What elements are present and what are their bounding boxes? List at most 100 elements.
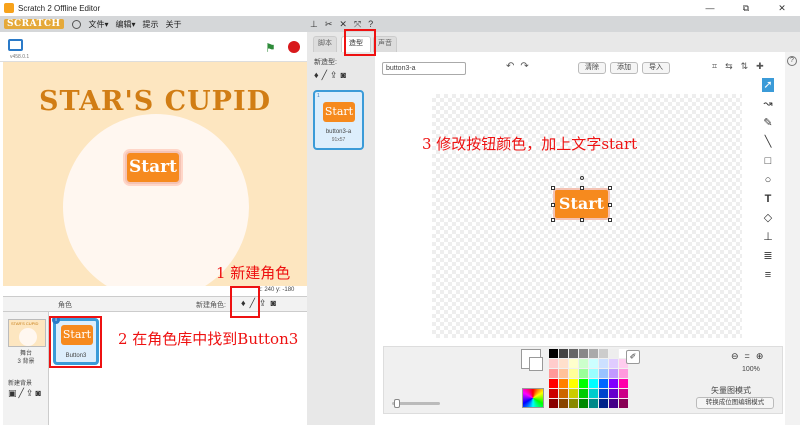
- costume-item[interactable]: 1 Start button3-a 91x57: [313, 90, 364, 150]
- palette-swatch[interactable]: [549, 359, 558, 368]
- upload-sprite-icon[interactable]: ⇪: [259, 298, 267, 309]
- palette-swatch[interactable]: [559, 399, 568, 408]
- palette-swatch[interactable]: [589, 359, 598, 368]
- palette-swatch[interactable]: [609, 359, 618, 368]
- palette-swatch[interactable]: [589, 349, 598, 358]
- paint-costume-icon[interactable]: ╱: [322, 70, 327, 81]
- eyedropper-icon[interactable]: ✐: [626, 350, 640, 364]
- paint-sprite-icon[interactable]: ╱: [250, 298, 255, 309]
- center-icon[interactable]: ✚: [756, 61, 764, 72]
- shrink-icon[interactable]: ⤧: [354, 19, 361, 30]
- handle-tr[interactable]: [608, 186, 612, 190]
- zoom-in-icon[interactable]: ⊕: [756, 351, 764, 362]
- palette-swatch[interactable]: [589, 389, 598, 398]
- color-picker-gradient[interactable]: [522, 388, 544, 408]
- zoom-out-icon[interactable]: ⊖: [731, 351, 739, 362]
- palette-swatch[interactable]: [589, 369, 598, 378]
- redo-icon[interactable]: ↷: [520, 61, 528, 72]
- stage-start-sprite[interactable]: Start: [125, 151, 181, 184]
- restore-button[interactable]: ⧉: [728, 0, 764, 16]
- palette-swatch[interactable]: [579, 369, 588, 378]
- palette-swatch[interactable]: [619, 379, 628, 388]
- handle-mr[interactable]: [608, 203, 612, 207]
- menu-edit[interactable]: 编辑▾: [116, 19, 136, 30]
- palette-swatch[interactable]: [559, 389, 568, 398]
- palette-swatch[interactable]: [549, 349, 558, 358]
- menu-about[interactable]: 关于: [166, 19, 182, 30]
- add-button[interactable]: 添加: [610, 62, 638, 74]
- sprite-library-icon[interactable]: ♦: [241, 298, 246, 309]
- upload-backdrop-icon[interactable]: ⇪: [26, 388, 34, 399]
- handle-tl[interactable]: [551, 186, 555, 190]
- palette-swatch[interactable]: [569, 349, 578, 358]
- palette-swatch[interactable]: [609, 349, 618, 358]
- canvas-start-button[interactable]: Start: [553, 188, 610, 220]
- palette-swatch[interactable]: [599, 399, 608, 408]
- palette-swatch[interactable]: [619, 399, 628, 408]
- paint-backdrop-icon[interactable]: ╱: [19, 388, 24, 399]
- info-icon[interactable]: i: [52, 316, 60, 324]
- stamp-icon[interactable]: ⊥: [763, 230, 773, 244]
- palette-swatch[interactable]: [619, 369, 628, 378]
- back-icon[interactable]: ≡: [765, 268, 771, 282]
- palette-swatch[interactable]: [579, 359, 588, 368]
- palette-swatch[interactable]: [609, 399, 618, 408]
- flip-vertical-icon[interactable]: ⇅: [741, 61, 749, 72]
- undo-icon[interactable]: ↶: [506, 61, 514, 72]
- pencil-icon[interactable]: ✎: [763, 116, 772, 130]
- palette-swatch[interactable]: [609, 389, 618, 398]
- palette-swatch[interactable]: [599, 349, 608, 358]
- sprite-thumbnail-button3[interactable]: Start Button3: [53, 318, 99, 365]
- palette-swatch[interactable]: [559, 359, 568, 368]
- green-flag-icon[interactable]: ⚑: [265, 41, 276, 55]
- palette-swatch[interactable]: [569, 379, 578, 388]
- close-button[interactable]: ✕: [764, 0, 800, 16]
- fill-icon[interactable]: ◇: [764, 211, 772, 225]
- palette-swatch[interactable]: [599, 359, 608, 368]
- menu-file[interactable]: 文件▾: [89, 19, 109, 30]
- minimize-button[interactable]: —: [692, 0, 728, 16]
- palette-swatch[interactable]: [559, 349, 568, 358]
- globe-icon[interactable]: [71, 19, 81, 29]
- palette-swatch[interactable]: [609, 369, 618, 378]
- stage-thumbnail[interactable]: STAR'S CUPID: [8, 319, 46, 347]
- select-arrow-icon[interactable]: ➚: [762, 78, 774, 92]
- palette-swatch[interactable]: [579, 379, 588, 388]
- flip-horizontal-icon[interactable]: ⇆: [725, 61, 733, 72]
- delete-icon[interactable]: ✂: [325, 19, 333, 30]
- backdrop-library-icon[interactable]: ▣: [8, 388, 17, 399]
- camera-backdrop-icon[interactable]: ◙: [35, 388, 40, 399]
- palette-swatch[interactable]: [599, 379, 608, 388]
- palette-swatch[interactable]: [599, 389, 608, 398]
- palette-swatch[interactable]: [569, 359, 578, 368]
- crop-icon[interactable]: ⌗: [712, 61, 717, 72]
- palette-swatch[interactable]: [579, 349, 588, 358]
- scratch-logo[interactable]: SCRATCH: [4, 19, 64, 29]
- menu-tips[interactable]: 提示: [143, 19, 159, 30]
- handle-tc[interactable]: [580, 186, 584, 190]
- help-circle-icon[interactable]: ?: [787, 56, 797, 66]
- handle-ml[interactable]: [551, 203, 555, 207]
- upload-costume-icon[interactable]: ⇪: [330, 70, 338, 81]
- palette-swatch[interactable]: [579, 399, 588, 408]
- palette-swatch[interactable]: [579, 389, 588, 398]
- stage[interactable]: STAR'S CUPID Start: [3, 62, 307, 286]
- rotate-handle[interactable]: [580, 176, 584, 180]
- duplicate-icon[interactable]: ⊥: [310, 19, 318, 30]
- palette-swatch[interactable]: [589, 379, 598, 388]
- palette-swatch[interactable]: [549, 389, 558, 398]
- clear-button[interactable]: 清除: [578, 62, 606, 74]
- palette-swatch[interactable]: [569, 369, 578, 378]
- text-icon[interactable]: T: [765, 192, 772, 206]
- tab-sounds[interactable]: 声音: [373, 36, 397, 52]
- camera-sprite-icon[interactable]: ◙: [271, 298, 276, 309]
- handle-br[interactable]: [608, 218, 612, 222]
- costume-name-input[interactable]: button3-a: [382, 62, 466, 75]
- tab-scripts[interactable]: 脚本: [313, 36, 337, 52]
- stop-icon[interactable]: [288, 41, 300, 53]
- palette-swatch[interactable]: [549, 379, 558, 388]
- rectangle-icon[interactable]: □: [765, 154, 772, 168]
- costume-library-icon[interactable]: ♦: [314, 70, 319, 81]
- tab-costumes[interactable]: 造型: [341, 36, 371, 52]
- palette-swatch[interactable]: [599, 369, 608, 378]
